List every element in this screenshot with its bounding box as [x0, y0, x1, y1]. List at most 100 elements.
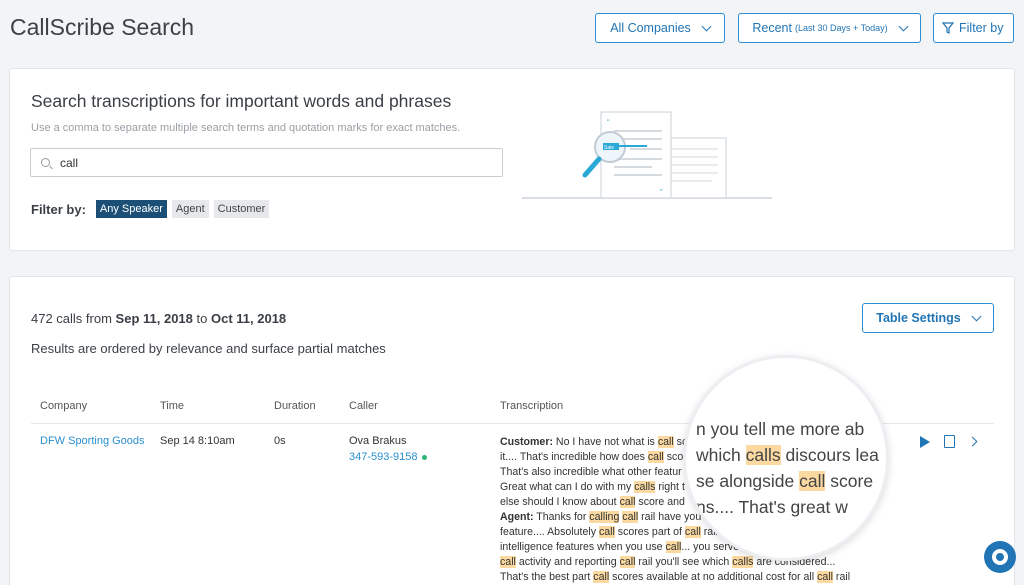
table-settings-label: Table Settings: [876, 311, 961, 325]
transcript-text: are considered...: [753, 556, 836, 568]
transcript-text: discours lea: [780, 445, 879, 465]
magnified-line: which calls discours lea: [696, 442, 879, 468]
results-count: 472 calls from Sep 11, 2018 to Oct 11, 2…: [31, 311, 286, 326]
filter-by-button[interactable]: Filter by: [933, 13, 1014, 43]
page-title: CallScribe Search: [10, 14, 195, 40]
transcript-text: n you tell me more ab: [696, 419, 865, 439]
svg-text:“: “: [607, 118, 610, 127]
highlighted-match: call: [619, 496, 636, 508]
transcript-text: ns.... That's great w: [696, 497, 848, 517]
row-caller-phone[interactable]: 347-593-9158: [349, 451, 427, 463]
chip-agent[interactable]: Agent: [171, 200, 209, 218]
highlighted-match: call: [500, 556, 516, 568]
illustration-tag: Sale: [604, 145, 614, 151]
magnified-line: n you tell me more ab: [696, 416, 879, 442]
transcript-text: ... you serve: [681, 541, 740, 553]
search-icon: [41, 158, 50, 167]
highlighted-match: call: [598, 526, 615, 538]
recent-dropdown[interactable]: Recent (Last 30 Days + Today): [738, 13, 921, 43]
transcript-text: rail: [832, 571, 851, 583]
table-settings-button[interactable]: Table Settings: [862, 303, 994, 333]
column-header-transcription[interactable]: Transcription: [500, 400, 563, 412]
transcript-text: rail you'll see which: [635, 556, 733, 568]
row-company-link[interactable]: DFW Sporting Goods: [40, 435, 145, 447]
column-header-company[interactable]: Company: [40, 400, 87, 412]
highlighted-match: call: [593, 571, 610, 583]
transcript-text: scores part of: [614, 526, 685, 538]
magnifier-lens: n you tell me more ab which calls discour…: [686, 358, 886, 558]
search-box[interactable]: [30, 148, 503, 177]
filter-icon: [942, 22, 954, 34]
transcript-text: No I have not what is: [552, 436, 658, 448]
row-duration: 0s: [274, 435, 286, 447]
all-companies-dropdown[interactable]: All Companies: [595, 13, 725, 43]
highlighted-match: calls: [634, 481, 656, 493]
magnified-transcription: n you tell me more ab which calls discour…: [696, 416, 879, 520]
filter-label: Filter by:: [31, 201, 86, 217]
svg-text:”: ”: [660, 188, 663, 197]
magnified-line: se alongside call score: [696, 468, 879, 494]
highlighted-match: call: [622, 511, 639, 523]
chip-customer[interactable]: Customer: [213, 200, 270, 218]
results-count-prefix: 472 calls from: [31, 311, 112, 326]
help-button[interactable]: [984, 541, 1016, 573]
recent-label: Recent: [752, 21, 792, 35]
search-heading: Search transcriptions for important word…: [31, 91, 452, 111]
chevron-down-icon: [701, 21, 712, 31]
results-end-date: Oct 11, 2018: [210, 311, 287, 326]
caller-phone-text: 347-593-9158: [349, 451, 418, 463]
transcript-text: else should I know about: [500, 496, 620, 508]
highlighted-match: calls: [745, 445, 781, 465]
row-caller-name: Ova Brakus: [349, 435, 407, 447]
speaker-filter: Filter by: Any Speaker Agent Customer: [31, 200, 274, 218]
transcript-text: score: [825, 471, 874, 491]
transcript-text: intelligence features when you use: [500, 541, 666, 553]
row-time: Sep 14 8:10am: [160, 435, 235, 447]
chevron-down-icon: [971, 311, 982, 321]
highlighted-match: calls: [732, 556, 754, 568]
magnified-line: ns.... That's great w: [696, 494, 879, 520]
highlighted-match: call: [799, 471, 826, 491]
highlighted-match: calling: [589, 511, 620, 523]
highlighted-match: call: [684, 526, 701, 538]
highlighted-match: call: [619, 556, 636, 568]
chip-any-speaker[interactable]: Any Speaker: [95, 200, 167, 218]
transcript-text: rail have you: [638, 511, 702, 523]
play-icon[interactable]: [920, 435, 930, 448]
transcript-text: se alongside: [696, 471, 800, 491]
search-input[interactable]: [60, 155, 480, 170]
transcript-text: which: [696, 445, 746, 465]
filter-by-label: Filter by: [959, 21, 1004, 35]
transcript-text: Thanks for: [533, 511, 590, 523]
column-header-caller[interactable]: Caller: [349, 400, 378, 412]
highlighted-match: call: [817, 571, 833, 583]
column-header-time[interactable]: Time: [160, 400, 184, 412]
highlighted-match: call: [665, 541, 682, 553]
transcript-text: Customer:: [500, 436, 553, 448]
transcript-text: Agent:: [500, 511, 534, 523]
lifebuoy-icon: [992, 549, 1008, 565]
column-header-duration[interactable]: Duration: [274, 400, 316, 412]
search-hint: Use a comma to separate multiple search …: [31, 122, 461, 134]
transcript-text: activity and reporting: [515, 556, 620, 568]
row-actions: [920, 435, 978, 448]
highlighted-match: call: [657, 436, 674, 448]
chevron-right-icon[interactable]: [967, 436, 978, 447]
add-note-icon[interactable]: [944, 435, 955, 448]
results-note: Results are ordered by relevance and sur…: [31, 341, 386, 356]
transcript-text: Great what can I do with my: [500, 481, 635, 493]
chevron-down-icon: [898, 21, 909, 31]
transcript-text: score and: [635, 496, 685, 508]
transcript-text: feature.... Absolutely: [500, 526, 599, 538]
all-companies-label: All Companies: [610, 21, 691, 35]
highlighted-match: call: [647, 451, 664, 463]
transcript-text: right t: [655, 481, 685, 493]
transcript-text: it.... That's incredible how does: [500, 451, 648, 463]
recent-sublabel: (Last 30 Days + Today): [794, 23, 888, 33]
search-illustration: “ ” Sale: [522, 111, 772, 199]
status-dot-icon: [421, 454, 427, 460]
search-card: Search transcriptions for important word…: [9, 68, 1015, 251]
transcript-text: scores available at no additional cost f…: [609, 571, 818, 583]
transcript-text: sco: [663, 451, 684, 463]
transcript-line: That's the best part call scores availab…: [500, 570, 870, 585]
